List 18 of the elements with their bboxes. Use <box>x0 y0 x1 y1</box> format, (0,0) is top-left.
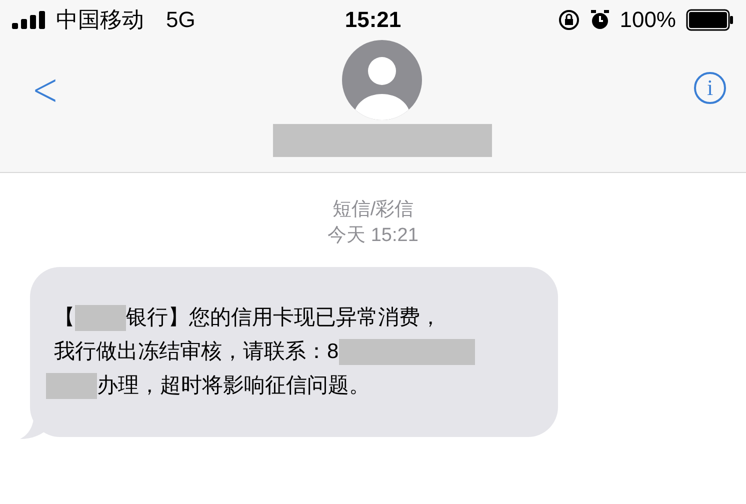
message-text: 银行】您的信用卡现已异常消费， <box>126 305 441 331</box>
alarm-icon <box>590 9 610 31</box>
message-timestamp: 今天 15:21 <box>328 224 418 248</box>
network-type: 5G <box>166 7 196 33</box>
message-service: 短信/彩信 <box>332 198 414 222</box>
battery-percent: 100% <box>620 7 676 33</box>
message-text: 【 <box>54 305 75 331</box>
redaction-bar <box>75 305 126 331</box>
info-button[interactable]: i <box>694 72 726 104</box>
carrier-name: 中国移动 <box>56 6 144 34</box>
signal-icon <box>12 11 48 29</box>
redaction-bar <box>46 373 97 399</box>
rotation-lock-icon <box>558 9 580 31</box>
back-button[interactable]: < <box>28 62 63 116</box>
message-text: 我行做出冻结审核，请联系：8 <box>54 339 339 365</box>
battery-icon <box>686 9 734 31</box>
message-text: 办理，超时将影响征信问题。 <box>97 373 370 399</box>
clock-time: 15:21 <box>344 7 402 33</box>
